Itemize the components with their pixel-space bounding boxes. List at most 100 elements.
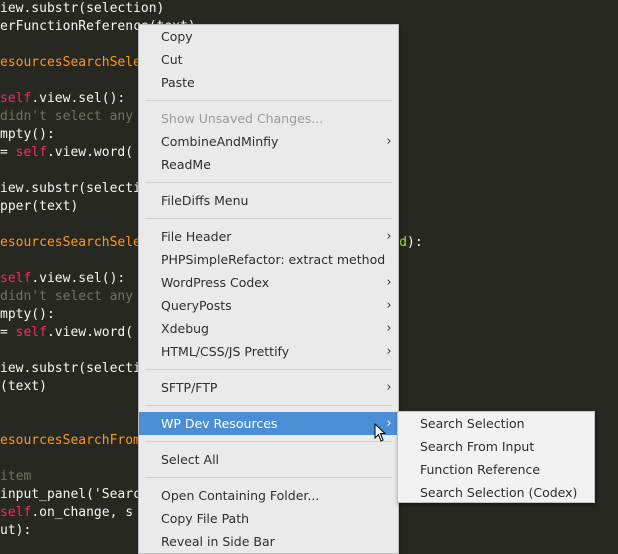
- menu-item-label: Xdebug: [161, 321, 209, 336]
- code-token: =: [0, 145, 16, 160]
- menu-item-label: Copy File Path: [161, 511, 250, 526]
- menu-item-show-unsaved-changes: Show Unsaved Changes...: [139, 107, 398, 130]
- code-line: iew.substr(selection): [0, 0, 164, 18]
- menu-item-queryposts[interactable]: QueryPosts ›: [139, 294, 398, 317]
- submenu-item-label: Search Selection: [420, 416, 525, 431]
- code-token: self: [15, 325, 47, 340]
- menu-item-label: Select All: [161, 452, 220, 467]
- code-token: self: [0, 91, 32, 106]
- submenu-item-label: Search From Input: [420, 439, 535, 454]
- code-token: esourcesSearchFrom: [0, 433, 141, 448]
- submenu-item-label: Search Selection (Codex): [420, 485, 578, 500]
- menu-item-label: Cut: [161, 52, 183, 67]
- menu-item-label: WordPress Codex: [161, 275, 270, 290]
- submenu-item-search-selection-codex[interactable]: Search Selection (Codex): [398, 481, 594, 504]
- code-line: = self.view.word(: [0, 144, 133, 162]
- menu-separator: [145, 405, 392, 406]
- menu-item-copy[interactable]: Copy: [139, 25, 398, 48]
- code-line: self.on_change, s: [0, 504, 133, 522]
- code-line: self.view.sel():: [0, 90, 125, 108]
- code-token: input_panel('Searc: [0, 487, 141, 502]
- menu-item-combineandminfiy[interactable]: CombineAndMinfiy ›: [139, 130, 398, 153]
- code-line: self.view.sel():: [0, 270, 125, 288]
- menu-item-readme[interactable]: ReadMe: [139, 153, 398, 176]
- code-token: .view.word(: [46, 145, 134, 160]
- code-token: didn't select any: [0, 109, 134, 124]
- menu-item-html-css-js-prettify[interactable]: HTML/CSS/JS Prettify ›: [139, 340, 398, 363]
- chevron-right-icon: ›: [386, 298, 392, 313]
- code-token: self: [0, 271, 32, 286]
- code-line: = self.view.word(: [0, 324, 133, 342]
- code-token: mpty():: [0, 307, 55, 322]
- code-line: mpty():: [0, 126, 55, 144]
- code-token: didn't select any: [0, 289, 134, 304]
- menu-item-xdebug[interactable]: Xdebug ›: [139, 317, 398, 340]
- menu-separator: [145, 100, 392, 101]
- chevron-right-icon: ›: [386, 275, 392, 290]
- code-token: .view.sel():: [31, 271, 126, 286]
- menu-item-cut[interactable]: Cut: [139, 48, 398, 71]
- code-token: ):: [407, 235, 423, 250]
- code-token: iew.substr(selecti: [0, 361, 141, 376]
- mouse-pointer-icon: [374, 423, 386, 442]
- menu-item-label: QueryPosts: [161, 298, 232, 313]
- context-menu: Copy Cut Paste Show Unsaved Changes... Combi…: [138, 24, 399, 554]
- menu-item-filediffs-menu[interactable]: FileDiffs Menu: [139, 189, 398, 212]
- menu-item-wp-dev-resources[interactable]: WP Dev Resources ›: [139, 412, 398, 435]
- menu-separator: [145, 477, 392, 478]
- menu-item-label: SFTP/FTP: [161, 380, 218, 395]
- menu-item-label: FileDiffs Menu: [161, 193, 249, 208]
- code-line: input_panel('Searc: [0, 486, 141, 504]
- menu-item-label: PHPSimpleRefactor: extract method: [161, 252, 386, 267]
- menu-item-label: WP Dev Resources: [161, 416, 278, 431]
- code-line: ut):: [0, 522, 31, 540]
- code-line: (text): [0, 378, 47, 396]
- code-line: mpty():: [0, 306, 55, 324]
- wp-dev-resources-submenu: Search Selection Search From Input Functio…: [397, 411, 595, 503]
- code-token: iew.substr(selecti: [0, 181, 141, 196]
- menu-separator: [145, 441, 392, 442]
- menu-separator: [145, 218, 392, 219]
- menu-item-phpsimplerefactor[interactable]: PHPSimpleRefactor: extract method: [139, 248, 398, 271]
- submenu-item-label: Function Reference: [420, 462, 541, 477]
- menu-separator: [145, 369, 392, 370]
- code-token: mpty():: [0, 127, 55, 142]
- code-token: pper(text): [0, 199, 79, 214]
- menu-item-copy-file-path[interactable]: Copy File Path: [139, 507, 398, 530]
- code-token: .on_change, s: [31, 505, 134, 520]
- menu-item-label: HTML/CSS/JS Prettify: [161, 344, 290, 359]
- submenu-item-search-selection[interactable]: Search Selection: [398, 412, 594, 435]
- menu-item-reveal-in-side-bar[interactable]: Reveal in Side Bar: [139, 530, 398, 553]
- code-token: esourcesSearchSele: [0, 55, 141, 70]
- menu-item-file-header[interactable]: File Header ›: [139, 225, 398, 248]
- chevron-right-icon: ›: [386, 134, 392, 149]
- chevron-right-icon: ›: [386, 321, 392, 336]
- chevron-right-icon: ›: [386, 229, 392, 244]
- menu-item-label: File Header: [161, 229, 232, 244]
- menu-item-open-containing-folder[interactable]: Open Containing Folder...: [139, 484, 398, 507]
- menu-item-paste[interactable]: Paste: [139, 71, 398, 94]
- code-token: ut):: [0, 523, 32, 538]
- code-token: self: [0, 505, 32, 520]
- code-token: item: [0, 469, 32, 484]
- menu-item-label: ReadMe: [161, 157, 211, 172]
- code-token: .view.word(: [46, 325, 134, 340]
- code-line: item: [0, 468, 31, 486]
- menu-item-label: Open Containing Folder...: [161, 488, 320, 503]
- code-line: pper(text): [0, 198, 78, 216]
- code-token: self: [15, 145, 47, 160]
- menu-item-sftp-ftp[interactable]: SFTP/FTP ›: [139, 376, 398, 399]
- menu-item-select-all[interactable]: Select All: [139, 448, 398, 471]
- submenu-item-search-from-input[interactable]: Search From Input: [398, 435, 594, 458]
- menu-separator: [145, 182, 392, 183]
- code-token: .view.sel():: [31, 91, 126, 106]
- menu-item-wordpress-codex[interactable]: WordPress Codex ›: [139, 271, 398, 294]
- menu-item-label: Reveal in Side Bar: [161, 534, 275, 549]
- chevron-right-icon: ›: [386, 380, 392, 395]
- submenu-item-function-reference[interactable]: Function Reference: [398, 458, 594, 481]
- code-line: iew.substr(selecti: [0, 180, 141, 198]
- chevron-right-icon: ›: [386, 344, 392, 359]
- menu-item-label: Copy: [161, 29, 193, 44]
- code-line: iew.substr(selecti: [0, 360, 141, 378]
- code-line: esourcesSearchFrom: [0, 432, 141, 450]
